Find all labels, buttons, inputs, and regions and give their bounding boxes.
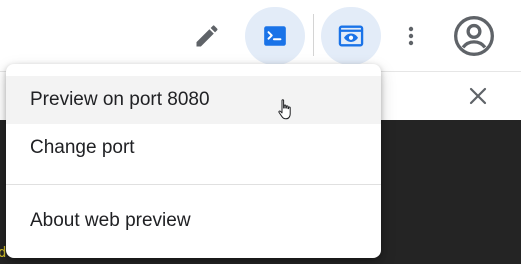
terminal-button[interactable] (245, 7, 305, 65)
pencil-icon (196, 25, 218, 47)
toolbar-divider (313, 14, 314, 56)
menu-item-preview-port[interactable]: Preview on port 8080 (6, 76, 381, 124)
account-button[interactable] (448, 10, 500, 62)
menu-item-label: Preview on port 8080 (30, 89, 210, 110)
menu-divider (6, 184, 381, 185)
more-vert-icon (408, 26, 414, 46)
account-circle-icon (454, 16, 494, 56)
top-toolbar (0, 0, 521, 72)
more-options-button[interactable] (393, 18, 429, 54)
edit-button[interactable] (189, 18, 225, 54)
close-icon (469, 87, 487, 105)
web-preview-menu: Preview on port 8080 Change port About w… (6, 64, 381, 258)
menu-item-label: About web preview (30, 210, 191, 231)
hand-cursor-icon (278, 99, 291, 120)
menu-item-change-port[interactable]: Change port (6, 124, 381, 172)
web-preview-icon (338, 25, 364, 47)
web-preview-button[interactable] (321, 7, 381, 65)
terminal-icon (264, 26, 286, 46)
close-panel-button[interactable] (462, 80, 494, 112)
menu-item-label: Change port (30, 137, 135, 158)
menu-item-about[interactable]: About web preview (6, 197, 381, 245)
